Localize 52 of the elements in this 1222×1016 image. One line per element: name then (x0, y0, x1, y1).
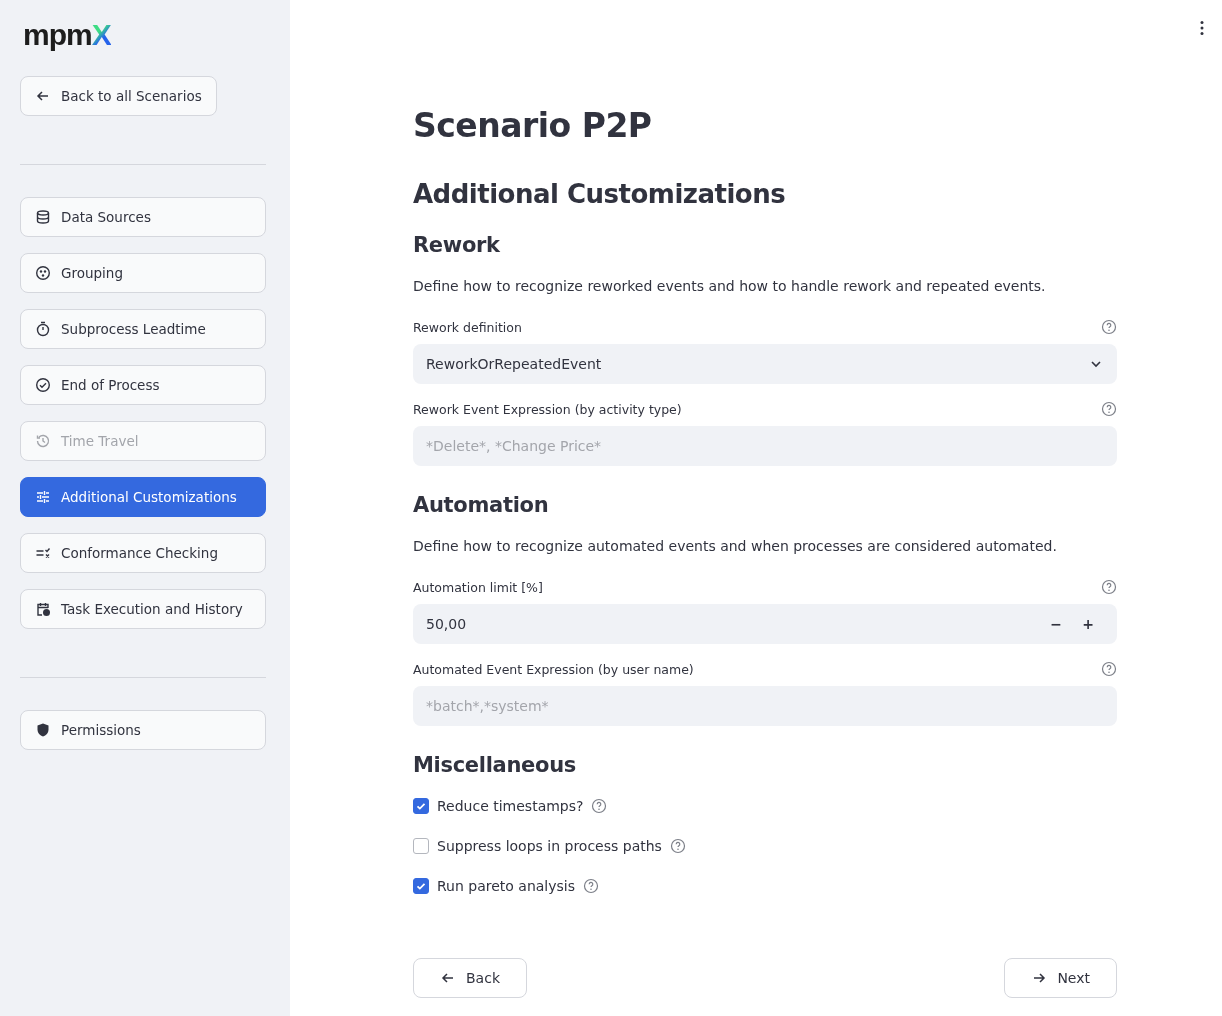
next-button[interactable]: Next (1004, 958, 1117, 998)
field-label: Rework Event Expression (by activity type) (413, 401, 682, 417)
back-button[interactable]: Back (413, 958, 527, 998)
decrement-button[interactable]: − (1040, 616, 1072, 632)
nav-item[interactable]: Grouping (20, 253, 266, 293)
page-subtitle: Additional Customizations (413, 178, 787, 210)
help-icon[interactable] (583, 878, 599, 894)
section-heading: Rework (413, 232, 501, 259)
section-heading: Automation (413, 492, 550, 519)
checkbox-label[interactable]: Run pareto analysis (437, 878, 575, 894)
increment-button[interactable]: + (1072, 616, 1104, 632)
field-label: Automated Event Expression (by user name) (413, 661, 694, 677)
check-circle-icon (35, 377, 51, 393)
history-icon (35, 433, 51, 449)
nav-item[interactable]: Task Execution and History (20, 589, 266, 629)
section-description: Define how to recognize automated events and when processes are considered automated. (413, 537, 1058, 556)
more-menu-icon[interactable] (1200, 20, 1204, 36)
list-check-icon (35, 545, 51, 561)
nav-item[interactable]: Additional Customizations (20, 477, 266, 517)
nav-item[interactable]: End of Process (20, 365, 266, 405)
field-label: Rework definition (413, 319, 522, 335)
nav-item[interactable]: Subprocess Leadtime (20, 309, 266, 349)
field-label: Automation limit [%] (413, 579, 543, 595)
back-to-scenarios-button[interactable]: Back to all Scenarios (20, 76, 217, 116)
help-icon[interactable] (669, 838, 686, 854)
logo: mpmX (23, 18, 112, 52)
section-heading: Miscellaneous (413, 752, 578, 779)
section-description: Define how to recognize reworked events and how to handle rework and repeated events. (413, 277, 1047, 296)
select-dropdown[interactable]: ReworkOrRepeatedEvent (413, 344, 1117, 384)
help-icon[interactable] (1101, 579, 1117, 595)
nav-item[interactable]: Permissions (20, 710, 266, 750)
nav-item[interactable]: Data Sources (20, 197, 266, 237)
checkbox[interactable] (413, 838, 429, 854)
help-icon[interactable] (1101, 401, 1117, 417)
checkbox[interactable] (413, 878, 429, 894)
nav-item[interactable]: Conformance Checking (20, 533, 266, 573)
stopwatch-icon (35, 321, 51, 337)
checkbox[interactable] (413, 798, 429, 814)
calendar-clock-icon (35, 601, 51, 617)
input-field[interactable]: *Delete*, *Change Price* (413, 426, 1117, 466)
database-icon (35, 209, 51, 225)
sliders-icon (35, 489, 51, 505)
help-icon[interactable] (1101, 319, 1117, 335)
shield-icon (35, 722, 51, 738)
grouping-icon (35, 265, 51, 281)
number-input[interactable]: 50,00 − + (413, 604, 1117, 644)
checkbox-label[interactable]: Suppress loops in process paths (437, 838, 662, 854)
help-icon[interactable] (1101, 661, 1117, 677)
input-field[interactable]: *batch*,*system* (413, 686, 1117, 726)
checkbox-label[interactable]: Reduce timestamps? (437, 798, 584, 814)
page-title: Scenario P2P (413, 105, 653, 147)
help-icon[interactable] (591, 798, 608, 814)
